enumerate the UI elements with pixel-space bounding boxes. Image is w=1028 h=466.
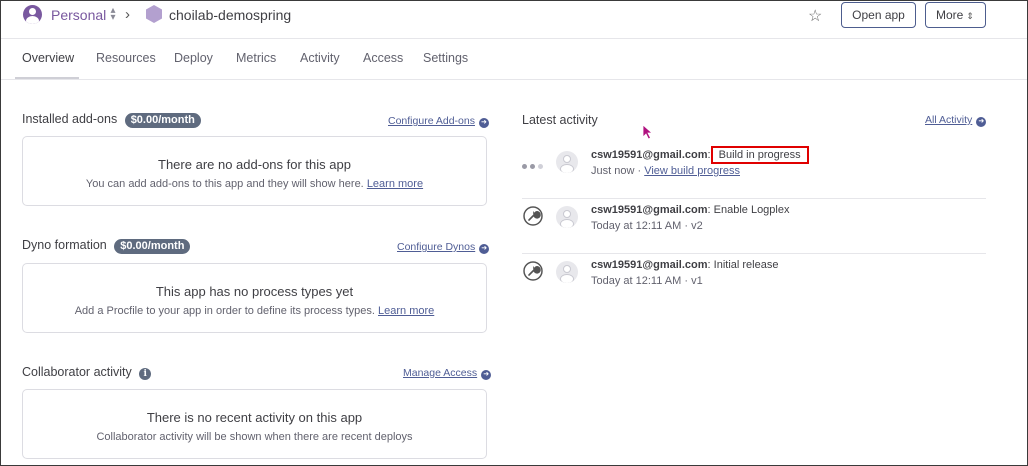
activity-separator: : xyxy=(707,149,711,161)
dynos-title: Dyno formation xyxy=(22,238,107,252)
configure-addons-label: Configure Add-ons xyxy=(388,115,475,127)
activity-separator: : xyxy=(707,259,711,271)
activity-item: csw19591@gmail.com: Initial release Toda… xyxy=(522,254,986,309)
account-switcher[interactable]: Personal xyxy=(51,7,106,23)
tab-access[interactable]: Access xyxy=(363,51,403,65)
user-avatar xyxy=(556,206,578,228)
activity-description: csw19591@gmail.com: Enable Logplex xyxy=(591,204,789,216)
activity-action-text: Enable Logplex xyxy=(713,204,790,216)
dynos-empty-title: This app has no process types yet xyxy=(155,284,354,299)
all-activity-label: All Activity xyxy=(925,114,973,126)
user-avatar xyxy=(556,151,578,173)
wrench-icon xyxy=(523,261,543,281)
collaborators-title: Collaborator activity xyxy=(22,365,132,379)
dynos-section-title: Dyno formation $0.00/month xyxy=(22,238,191,254)
activity-time: Today at 12:11 AM xyxy=(591,220,682,232)
configure-dynos-label: Configure Dynos xyxy=(397,241,476,253)
addons-empty-text: You can add add-ons to this app and they… xyxy=(85,178,364,190)
activity-action-text: Initial release xyxy=(713,259,779,271)
configure-addons-link[interactable]: Configure Add-ons ➜ xyxy=(388,115,489,128)
tab-settings[interactable]: Settings xyxy=(423,51,468,65)
activity-item: csw19591@gmail.com: Enable Logplex Today… xyxy=(522,199,986,254)
dynos-empty-subtitle: Add a Procfile to your app in order to d… xyxy=(23,305,486,317)
activity-user-email: csw19591@gmail.com xyxy=(591,259,708,271)
app-overview-window: Personal ▴ ▾ › choilab-demospring ☆ Open … xyxy=(0,0,1028,466)
addons-learn-more-link[interactable]: Learn more xyxy=(367,178,423,190)
tab-activity[interactable]: Activity xyxy=(300,51,340,65)
meta-separator: · xyxy=(681,220,692,232)
release-version: v2 xyxy=(691,220,703,232)
active-tab-indicator xyxy=(15,77,79,79)
activity-user-email: csw19591@gmail.com xyxy=(591,149,708,161)
all-activity-link[interactable]: All Activity ➜ xyxy=(925,114,987,127)
meta-separator: · xyxy=(681,275,692,287)
tab-resources[interactable]: Resources xyxy=(96,51,156,65)
dynos-learn-more-link[interactable]: Learn more xyxy=(378,305,434,317)
dynos-price-badge: $0.00/month xyxy=(114,239,191,254)
activity-time: Today at 12:11 AM xyxy=(591,275,682,287)
meta-separator: · xyxy=(634,165,645,177)
collaborators-section-title: Collaborator activity i xyxy=(22,365,152,380)
arrow-circle-icon: ➜ xyxy=(481,370,492,380)
tab-metrics[interactable]: Metrics xyxy=(236,51,276,65)
tab-overview[interactable]: Overview xyxy=(22,51,74,65)
chevron-right-icon: › xyxy=(125,6,130,23)
activity-user-email: csw19591@gmail.com xyxy=(591,204,708,216)
addons-section-title: Installed add-ons $0.00/month xyxy=(22,112,201,128)
manage-access-label: Manage Access xyxy=(403,367,478,379)
activity-description: csw19591@gmail.com: Build in progress xyxy=(591,146,809,164)
wrench-icon xyxy=(523,206,543,226)
configure-dynos-link[interactable]: Configure Dynos ➜ xyxy=(397,241,490,254)
activity-time: Just now xyxy=(591,165,635,177)
more-button[interactable]: More ⇕ xyxy=(925,2,986,28)
arrow-circle-icon: ➜ xyxy=(976,117,987,127)
open-app-button[interactable]: Open app xyxy=(841,2,916,28)
favorite-star-icon[interactable]: ☆ xyxy=(808,6,822,26)
view-build-progress-link[interactable]: View build progress xyxy=(644,165,740,177)
collaborators-empty-subtitle: Collaborator activity will be shown when… xyxy=(96,431,413,443)
info-icon[interactable]: i xyxy=(139,368,152,380)
user-avatar xyxy=(556,261,578,283)
arrow-circle-icon: ➜ xyxy=(478,118,489,128)
updown-chevron-icon: ⇕ xyxy=(966,11,974,21)
collaborators-empty-state: There is no recent activity on this app … xyxy=(22,389,487,459)
activity-description: csw19591@gmail.com: Initial release xyxy=(591,259,778,271)
arrow-circle-icon: ➜ xyxy=(479,244,490,254)
activity-action-text: Build in progress xyxy=(710,146,809,164)
activity-meta: Just now · View build progress xyxy=(591,165,740,177)
addons-empty-subtitle: You can add add-ons to this app and they… xyxy=(23,178,486,190)
dynos-empty-text: Add a Procfile to your app in order to d… xyxy=(74,305,375,317)
building-dots-icon xyxy=(522,158,546,172)
app-hexagon-icon xyxy=(146,5,162,23)
latest-activity-title: Latest activity xyxy=(522,113,598,127)
more-button-label: More xyxy=(936,8,964,22)
activity-meta: Today at 12:11 AM · v2 xyxy=(591,220,703,232)
activity-separator: : xyxy=(707,204,711,216)
addons-price-badge: $0.00/month xyxy=(124,113,201,128)
addons-title: Installed add-ons xyxy=(22,112,118,126)
release-version: v1 xyxy=(691,275,703,287)
app-name[interactable]: choilab-demospring xyxy=(169,7,291,23)
tab-deploy[interactable]: Deploy xyxy=(174,51,213,65)
account-avatar-icon[interactable] xyxy=(23,5,42,24)
collaborators-empty-title: There is no recent activity on this app xyxy=(146,410,363,425)
activity-meta: Today at 12:11 AM · v1 xyxy=(591,275,703,287)
addons-empty-state: There are no add-ons for this app You ca… xyxy=(22,136,487,206)
mouse-cursor-icon xyxy=(642,124,654,140)
app-tabs: Overview Resources Deploy Metrics Activi… xyxy=(1,40,1027,80)
app-header: Personal ▴ ▾ › choilab-demospring ☆ Open … xyxy=(1,1,1027,39)
dynos-empty-state: This app has no process types yet Add a … xyxy=(22,263,487,333)
manage-access-link[interactable]: Manage Access ➜ xyxy=(403,367,492,380)
activity-item: csw19591@gmail.com: Build in progress Ju… xyxy=(522,144,986,199)
updown-chevron-icon[interactable]: ▴ ▾ xyxy=(109,6,117,23)
addons-empty-title: There are no add-ons for this app xyxy=(158,157,351,172)
